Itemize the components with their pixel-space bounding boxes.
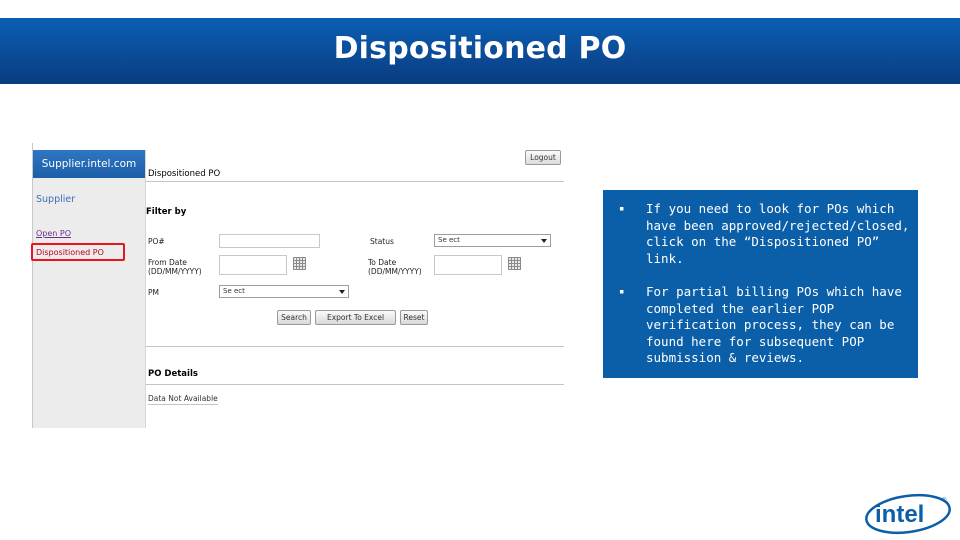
status-select[interactable]: Se ect: [434, 234, 551, 247]
from-date-label: From Date (DD/MM/YYYY): [148, 258, 202, 276]
pm-select-value: Se ect: [223, 287, 245, 295]
calendar-icon[interactable]: [293, 257, 306, 270]
pm-select[interactable]: Se ect: [219, 285, 349, 298]
divider: [146, 346, 564, 347]
portal-sidebar: Supplier.intel.com Supplier Open PO Disp…: [31, 150, 146, 428]
pm-label: PM: [148, 288, 159, 297]
logout-button[interactable]: Logout: [525, 150, 561, 165]
slide-title-bar: Dispositioned PO: [0, 18, 960, 84]
bullet-text: For partial billing POs which have compl…: [646, 284, 902, 365]
logo-mark: ®: [942, 497, 947, 504]
calendar-icon[interactable]: [508, 257, 521, 270]
slide-title: Dispositioned PO: [333, 30, 627, 66]
from-date-input[interactable]: [219, 255, 287, 275]
intel-logo-icon: intel ®: [865, 493, 951, 535]
bullet-icon: ▪: [619, 204, 625, 214]
portal-brand: Supplier.intel.com: [33, 150, 145, 178]
portal-screenshot: Supplier.intel.com Supplier Open PO Disp…: [31, 143, 564, 428]
logo-text: intel: [875, 501, 924, 528]
empty-message: Data Not Available: [148, 394, 218, 405]
status-label: Status: [370, 237, 394, 246]
info-box: ▪ If you need to look for POs which have…: [603, 190, 918, 378]
bullet-icon: ▪: [619, 287, 625, 297]
bullet-text: If you need to look for POs which have b…: [646, 201, 910, 266]
to-date-label: To Date (DD/MM/YYYY): [368, 258, 422, 276]
status-select-value: Se ect: [438, 236, 460, 244]
chevron-down-icon: [541, 239, 547, 243]
po-number-input[interactable]: [219, 234, 320, 248]
list-item: ▪ For partial billing POs which have com…: [619, 284, 910, 367]
to-date-input[interactable]: [434, 255, 502, 275]
search-button[interactable]: Search: [277, 310, 311, 325]
list-item: ▪ If you need to look for POs which have…: [619, 201, 910, 267]
po-number-label: PO#: [148, 237, 165, 246]
chevron-down-icon: [339, 290, 345, 294]
filter-heading: Filter by: [146, 207, 187, 217]
po-details-heading: PO Details: [148, 369, 198, 379]
divider: [146, 181, 564, 182]
export-to-excel-button[interactable]: Export To Excel: [315, 310, 396, 325]
highlight-box: [31, 243, 125, 261]
sidebar-heading: Supplier: [36, 194, 76, 205]
reset-button[interactable]: Reset: [400, 310, 428, 325]
divider: [146, 384, 564, 385]
info-bullets: ▪ If you need to look for POs which have…: [619, 201, 910, 367]
page-title: Dispositioned PO: [148, 169, 221, 179]
sidebar-item-open-po[interactable]: Open PO: [36, 229, 71, 238]
